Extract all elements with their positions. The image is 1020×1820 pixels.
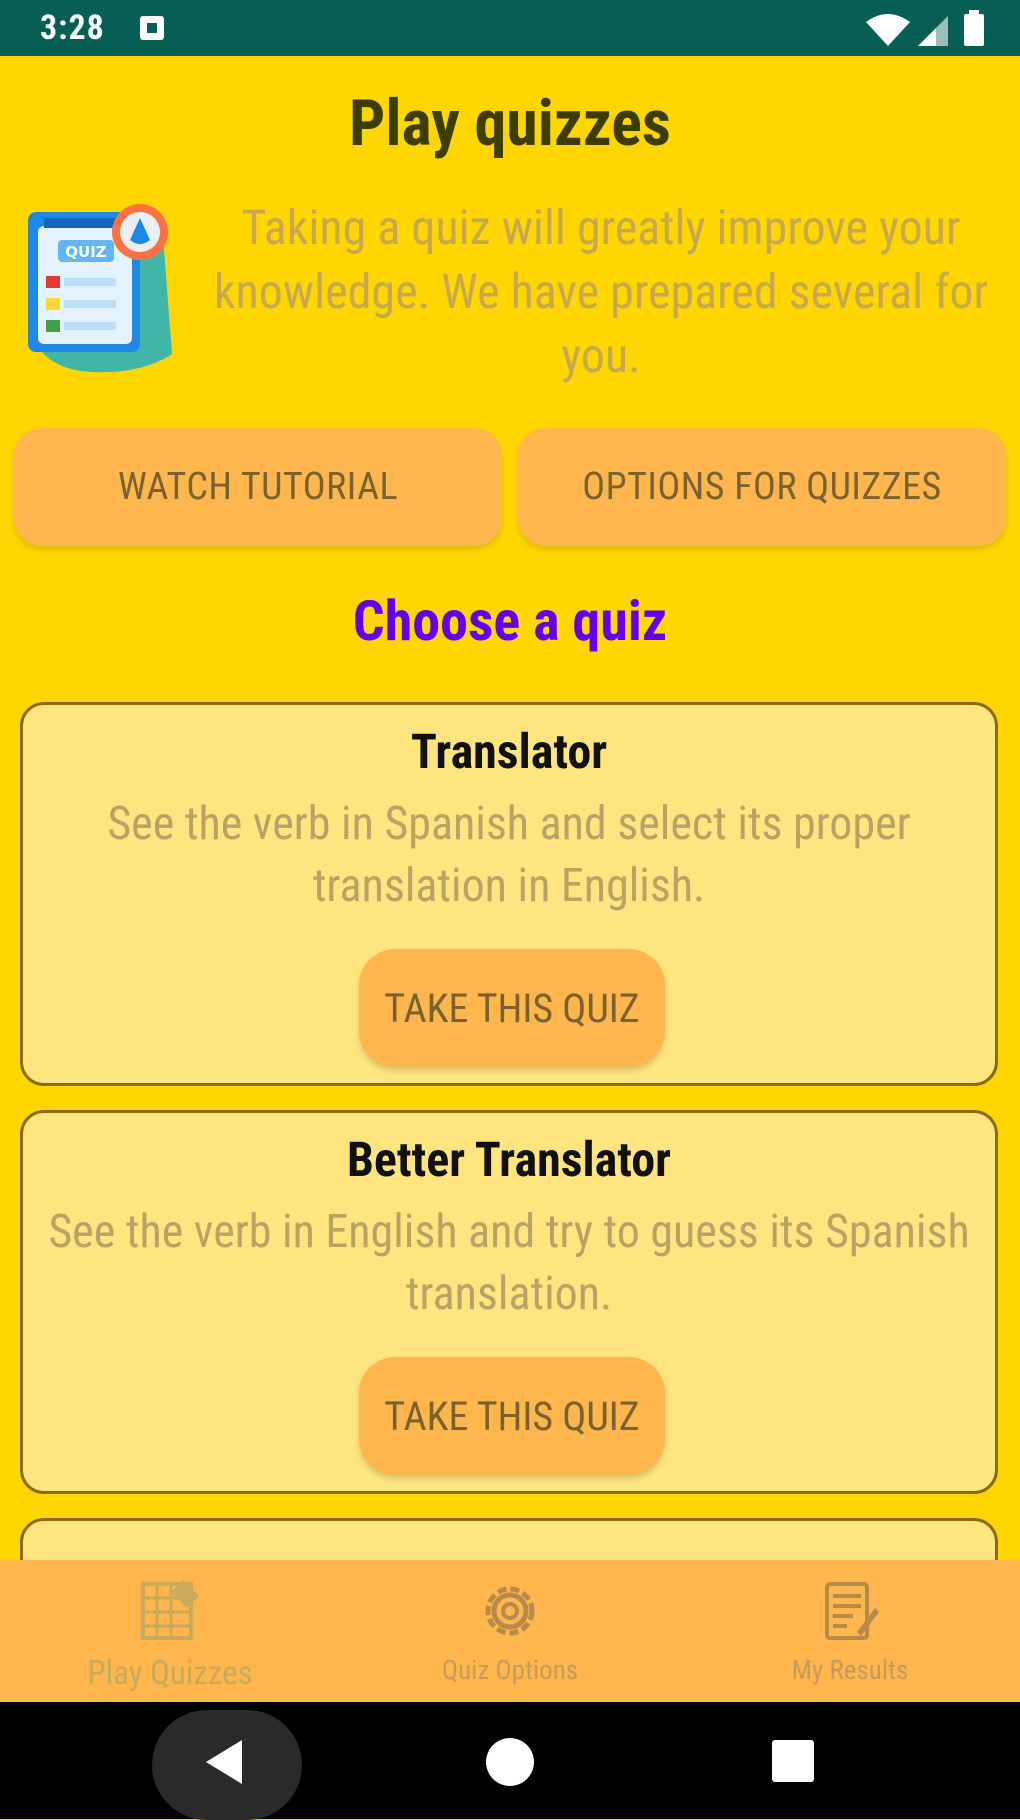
options-for-quizzes-button[interactable]: OPTIONS FOR QUIZZES bbox=[518, 428, 1006, 546]
status-time: 3:28 bbox=[40, 8, 105, 48]
nav-quiz-options[interactable]: Quiz Options bbox=[380, 1560, 640, 1702]
quiz-card-translator: Translator See the verb in Spanish and s… bbox=[20, 702, 998, 1086]
main-content[interactable]: Play quizzes QUIZ Taking a quiz will gre… bbox=[0, 56, 1020, 1560]
quiz-icon: QUIZ bbox=[28, 204, 172, 373]
take-quiz-button[interactable]: TAKE THIS QUIZ bbox=[359, 1357, 665, 1475]
nav-play-quizzes[interactable]: Play Quizzes bbox=[40, 1560, 300, 1702]
quiz-grid-icon bbox=[141, 1580, 199, 1640]
nav-label: Quiz Options bbox=[441, 1654, 579, 1686]
recents-button[interactable] bbox=[772, 1740, 814, 1782]
notification-icon bbox=[140, 16, 164, 40]
quiz-card-partial bbox=[20, 1518, 998, 1560]
bottom-navigation: Play Quizzes Quiz Options My Results bbox=[0, 1560, 1020, 1702]
status-icons bbox=[866, 10, 984, 46]
quiz-description: See the verb in English and try to guess… bbox=[48, 1205, 970, 1321]
back-icon bbox=[206, 1740, 242, 1784]
system-navigation-bar bbox=[0, 1702, 1020, 1820]
wifi-icon bbox=[866, 14, 910, 46]
page-title: Play quizzes bbox=[349, 86, 671, 161]
quiz-title: Translator bbox=[410, 723, 608, 780]
gear-icon bbox=[485, 1586, 535, 1636]
quiz-title: Better Translator bbox=[346, 1131, 672, 1188]
signal-icon bbox=[918, 16, 948, 46]
watch-tutorial-button[interactable]: WATCH TUTORIAL bbox=[14, 428, 502, 546]
take-quiz-button[interactable]: TAKE THIS QUIZ bbox=[359, 949, 665, 1067]
results-document-icon bbox=[825, 1582, 879, 1640]
quiz-card-better-translator: Better Translator See the verb in Englis… bbox=[20, 1110, 998, 1494]
status-bar: 3:28 bbox=[0, 0, 1020, 56]
nav-label: Play Quizzes bbox=[87, 1654, 253, 1693]
home-button[interactable] bbox=[486, 1738, 534, 1786]
svg-text:QUIZ: QUIZ bbox=[65, 243, 107, 261]
choose-quiz-heading: Choose a quiz bbox=[352, 588, 668, 654]
quiz-description: See the verb in Spanish and select its p… bbox=[107, 797, 911, 913]
nav-my-results[interactable]: My Results bbox=[720, 1560, 980, 1702]
intro-text: Taking a quiz will greatly improve your … bbox=[213, 199, 989, 384]
nav-label: My Results bbox=[791, 1654, 909, 1686]
battery-icon bbox=[964, 10, 984, 46]
